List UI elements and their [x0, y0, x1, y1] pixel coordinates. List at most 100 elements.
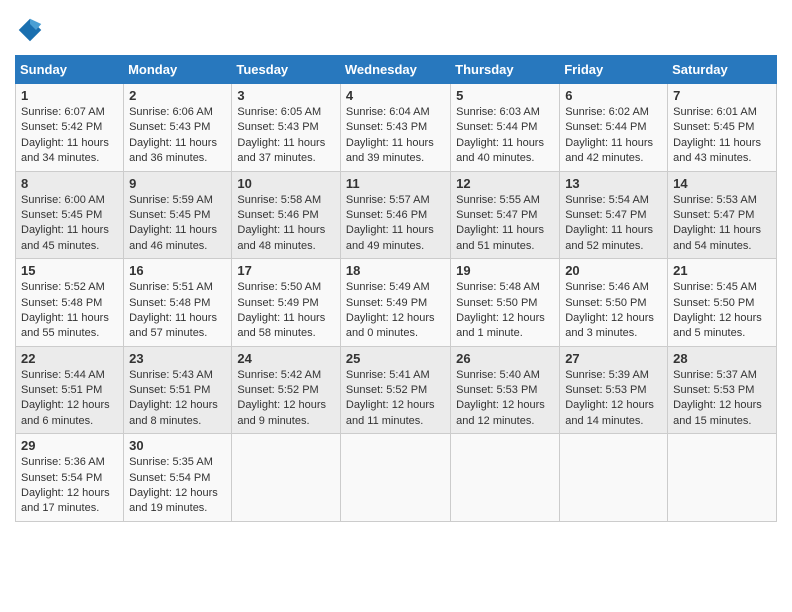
calendar-cell: 10 Sunrise: 5:58 AMSunset: 5:46 PMDaylig… [232, 171, 341, 259]
day-info: Sunrise: 5:37 AMSunset: 5:53 PMDaylight:… [673, 368, 771, 430]
day-number: 16 [129, 263, 226, 278]
calendar-cell: 16 Sunrise: 5:51 AMSunset: 5:48 PMDaylig… [124, 259, 232, 347]
day-number: 8 [21, 176, 118, 191]
day-number: 7 [673, 88, 771, 103]
day-header-saturday: Saturday [668, 56, 777, 84]
day-number: 10 [237, 176, 335, 191]
day-number: 9 [129, 176, 226, 191]
day-info: Sunrise: 5:59 AMSunset: 5:45 PMDaylight:… [129, 193, 226, 255]
day-number: 14 [673, 176, 771, 191]
day-header-tuesday: Tuesday [232, 56, 341, 84]
calendar-cell: 15 Sunrise: 5:52 AMSunset: 5:48 PMDaylig… [16, 259, 124, 347]
calendar-cell: 4 Sunrise: 6:04 AMSunset: 5:43 PMDayligh… [340, 84, 450, 172]
day-number: 1 [21, 88, 118, 103]
day-number: 17 [237, 263, 335, 278]
day-number: 26 [456, 351, 554, 366]
day-number: 2 [129, 88, 226, 103]
day-number: 24 [237, 351, 335, 366]
calendar-week-2: 8 Sunrise: 6:00 AMSunset: 5:45 PMDayligh… [16, 171, 777, 259]
day-info: Sunrise: 5:45 AMSunset: 5:50 PMDaylight:… [673, 280, 771, 342]
day-number: 6 [565, 88, 662, 103]
calendar-table: SundayMondayTuesdayWednesdayThursdayFrid… [15, 55, 777, 522]
calendar-cell: 20 Sunrise: 5:46 AMSunset: 5:50 PMDaylig… [560, 259, 668, 347]
logo-icon [15, 15, 45, 45]
calendar-cell: 29 Sunrise: 5:36 AMSunset: 5:54 PMDaylig… [16, 434, 124, 522]
calendar-cell: 30 Sunrise: 5:35 AMSunset: 5:54 PMDaylig… [124, 434, 232, 522]
day-number: 11 [346, 176, 445, 191]
day-number: 30 [129, 438, 226, 453]
day-info: Sunrise: 6:07 AMSunset: 5:42 PMDaylight:… [21, 105, 118, 167]
logo [15, 15, 49, 45]
day-number: 27 [565, 351, 662, 366]
calendar-cell: 22 Sunrise: 5:44 AMSunset: 5:51 PMDaylig… [16, 346, 124, 434]
day-number: 15 [21, 263, 118, 278]
calendar-cell: 24 Sunrise: 5:42 AMSunset: 5:52 PMDaylig… [232, 346, 341, 434]
day-number: 25 [346, 351, 445, 366]
calendar-week-4: 22 Sunrise: 5:44 AMSunset: 5:51 PMDaylig… [16, 346, 777, 434]
calendar-cell: 12 Sunrise: 5:55 AMSunset: 5:47 PMDaylig… [451, 171, 560, 259]
day-info: Sunrise: 6:06 AMSunset: 5:43 PMDaylight:… [129, 105, 226, 167]
day-info: Sunrise: 5:49 AMSunset: 5:49 PMDaylight:… [346, 280, 445, 342]
day-info: Sunrise: 6:03 AMSunset: 5:44 PMDaylight:… [456, 105, 554, 167]
calendar-cell [340, 434, 450, 522]
day-number: 29 [21, 438, 118, 453]
calendar-cell: 26 Sunrise: 5:40 AMSunset: 5:53 PMDaylig… [451, 346, 560, 434]
day-number: 22 [21, 351, 118, 366]
day-info: Sunrise: 5:46 AMSunset: 5:50 PMDaylight:… [565, 280, 662, 342]
calendar-cell: 6 Sunrise: 6:02 AMSunset: 5:44 PMDayligh… [560, 84, 668, 172]
calendar-week-3: 15 Sunrise: 5:52 AMSunset: 5:48 PMDaylig… [16, 259, 777, 347]
day-number: 4 [346, 88, 445, 103]
day-header-wednesday: Wednesday [340, 56, 450, 84]
day-number: 12 [456, 176, 554, 191]
calendar-cell [560, 434, 668, 522]
calendar-header-row: SundayMondayTuesdayWednesdayThursdayFrid… [16, 56, 777, 84]
day-info: Sunrise: 5:36 AMSunset: 5:54 PMDaylight:… [21, 455, 118, 517]
day-header-monday: Monday [124, 56, 232, 84]
day-number: 19 [456, 263, 554, 278]
calendar-cell: 23 Sunrise: 5:43 AMSunset: 5:51 PMDaylig… [124, 346, 232, 434]
day-info: Sunrise: 5:50 AMSunset: 5:49 PMDaylight:… [237, 280, 335, 342]
day-info: Sunrise: 6:05 AMSunset: 5:43 PMDaylight:… [237, 105, 335, 167]
day-number: 3 [237, 88, 335, 103]
day-number: 21 [673, 263, 771, 278]
page-header [15, 15, 777, 45]
calendar-cell: 27 Sunrise: 5:39 AMSunset: 5:53 PMDaylig… [560, 346, 668, 434]
day-info: Sunrise: 5:55 AMSunset: 5:47 PMDaylight:… [456, 193, 554, 255]
day-info: Sunrise: 5:51 AMSunset: 5:48 PMDaylight:… [129, 280, 226, 342]
day-info: Sunrise: 5:57 AMSunset: 5:46 PMDaylight:… [346, 193, 445, 255]
day-info: Sunrise: 6:00 AMSunset: 5:45 PMDaylight:… [21, 193, 118, 255]
calendar-cell: 7 Sunrise: 6:01 AMSunset: 5:45 PMDayligh… [668, 84, 777, 172]
day-number: 20 [565, 263, 662, 278]
calendar-cell: 1 Sunrise: 6:07 AMSunset: 5:42 PMDayligh… [16, 84, 124, 172]
day-number: 13 [565, 176, 662, 191]
day-number: 18 [346, 263, 445, 278]
day-info: Sunrise: 5:42 AMSunset: 5:52 PMDaylight:… [237, 368, 335, 430]
calendar-cell: 8 Sunrise: 6:00 AMSunset: 5:45 PMDayligh… [16, 171, 124, 259]
calendar-cell: 17 Sunrise: 5:50 AMSunset: 5:49 PMDaylig… [232, 259, 341, 347]
day-header-friday: Friday [560, 56, 668, 84]
calendar-cell: 3 Sunrise: 6:05 AMSunset: 5:43 PMDayligh… [232, 84, 341, 172]
day-info: Sunrise: 6:01 AMSunset: 5:45 PMDaylight:… [673, 105, 771, 167]
day-info: Sunrise: 5:35 AMSunset: 5:54 PMDaylight:… [129, 455, 226, 517]
calendar-week-5: 29 Sunrise: 5:36 AMSunset: 5:54 PMDaylig… [16, 434, 777, 522]
calendar-cell: 28 Sunrise: 5:37 AMSunset: 5:53 PMDaylig… [668, 346, 777, 434]
calendar-cell: 25 Sunrise: 5:41 AMSunset: 5:52 PMDaylig… [340, 346, 450, 434]
day-info: Sunrise: 6:02 AMSunset: 5:44 PMDaylight:… [565, 105, 662, 167]
day-number: 28 [673, 351, 771, 366]
day-info: Sunrise: 5:53 AMSunset: 5:47 PMDaylight:… [673, 193, 771, 255]
day-info: Sunrise: 5:40 AMSunset: 5:53 PMDaylight:… [456, 368, 554, 430]
calendar-cell: 2 Sunrise: 6:06 AMSunset: 5:43 PMDayligh… [124, 84, 232, 172]
calendar-cell: 11 Sunrise: 5:57 AMSunset: 5:46 PMDaylig… [340, 171, 450, 259]
day-info: Sunrise: 5:39 AMSunset: 5:53 PMDaylight:… [565, 368, 662, 430]
day-header-sunday: Sunday [16, 56, 124, 84]
calendar-cell: 5 Sunrise: 6:03 AMSunset: 5:44 PMDayligh… [451, 84, 560, 172]
calendar-cell: 18 Sunrise: 5:49 AMSunset: 5:49 PMDaylig… [340, 259, 450, 347]
calendar-cell: 9 Sunrise: 5:59 AMSunset: 5:45 PMDayligh… [124, 171, 232, 259]
day-info: Sunrise: 5:52 AMSunset: 5:48 PMDaylight:… [21, 280, 118, 342]
day-number: 5 [456, 88, 554, 103]
day-number: 23 [129, 351, 226, 366]
day-info: Sunrise: 5:43 AMSunset: 5:51 PMDaylight:… [129, 368, 226, 430]
calendar-cell [232, 434, 341, 522]
day-info: Sunrise: 5:41 AMSunset: 5:52 PMDaylight:… [346, 368, 445, 430]
day-header-thursday: Thursday [451, 56, 560, 84]
